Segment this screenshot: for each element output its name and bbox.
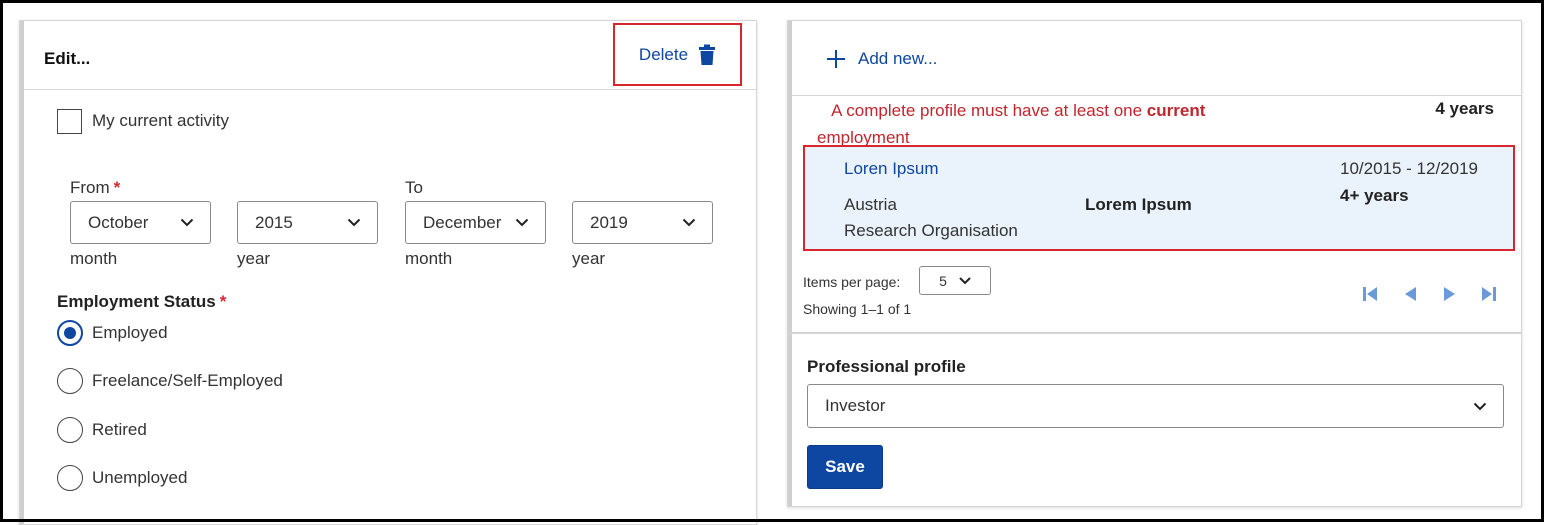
edit-title: Edit... bbox=[44, 49, 91, 68]
to-month-caption: month bbox=[405, 249, 453, 268]
from-year-value: 2015 bbox=[255, 212, 293, 232]
previous-page-icon[interactable] bbox=[1401, 285, 1419, 303]
save-button[interactable]: Save bbox=[807, 445, 883, 489]
entry-name[interactable]: Loren Ipsum bbox=[844, 159, 939, 179]
current-activity-label: My current activity bbox=[92, 111, 229, 130]
delete-button[interactable]: Delete bbox=[613, 23, 742, 86]
to-year-value: 2019 bbox=[590, 212, 628, 232]
divider bbox=[792, 95, 1521, 96]
entry-period: 10/2015 - 12/2019 bbox=[1340, 159, 1479, 178]
plus-icon bbox=[827, 50, 845, 68]
to-year-caption: year bbox=[572, 249, 606, 268]
to-month-value: December bbox=[423, 212, 502, 232]
required-mark: * bbox=[113, 178, 121, 197]
items-per-page-value: 5 bbox=[939, 272, 947, 289]
items-per-page-label: Items per page: bbox=[803, 274, 901, 290]
from-label: From * bbox=[70, 178, 121, 197]
trash-icon bbox=[699, 44, 716, 65]
from-month-select[interactable]: October bbox=[70, 201, 211, 244]
add-new-label: Add new... bbox=[858, 49, 938, 68]
professional-profile-label: Professional profile bbox=[807, 357, 966, 376]
radio-label-retired: Retired bbox=[92, 420, 147, 439]
last-page-icon[interactable] bbox=[1480, 285, 1498, 303]
edit-header: Edit... Delete bbox=[24, 21, 756, 90]
showing-count: Showing 1–1 of 1 bbox=[803, 301, 912, 317]
radio-freelance[interactable] bbox=[57, 368, 83, 394]
professional-profile-select[interactable]: Investor bbox=[807, 384, 1504, 428]
panel-accent-bar bbox=[20, 21, 24, 524]
radio-unemployed[interactable] bbox=[57, 465, 83, 491]
from-month-value: October bbox=[88, 212, 149, 232]
delete-label: Delete bbox=[638, 44, 689, 64]
chevron-down-icon bbox=[347, 218, 361, 227]
entry-type: Research Organisation bbox=[844, 221, 1018, 240]
professional-profile-value: Investor bbox=[825, 396, 886, 415]
employment-list-panel: Add new... A complete profile must have … bbox=[787, 20, 1522, 333]
panel-accent-bar bbox=[788, 334, 792, 506]
warning-text: A complete profile must have at least on… bbox=[831, 101, 1147, 120]
radio-label-freelance: Freelance/Self-Employed bbox=[92, 371, 283, 390]
chevron-down-icon bbox=[180, 218, 194, 227]
warning-bold: current bbox=[1146, 101, 1206, 120]
chevron-down-icon bbox=[1473, 402, 1487, 410]
panel-accent-bar bbox=[788, 21, 792, 332]
total-years: 4 years bbox=[1435, 99, 1494, 118]
edit-employment-panel: Edit... Delete My current activity From *… bbox=[19, 20, 757, 525]
next-page-icon[interactable] bbox=[1441, 285, 1459, 303]
entry-duration: 4+ years bbox=[1340, 186, 1409, 205]
from-year-caption: year bbox=[237, 249, 271, 268]
chevron-down-icon bbox=[515, 218, 529, 227]
add-new-button[interactable]: Add new... bbox=[826, 49, 937, 69]
radio-retired[interactable] bbox=[57, 417, 83, 443]
employment-status-label: Employment Status * bbox=[57, 292, 227, 311]
professional-profile-panel: Professional profile Investor Save bbox=[787, 333, 1522, 507]
radio-label-employed: Employed bbox=[92, 323, 168, 342]
to-label: To bbox=[405, 178, 423, 197]
items-per-page-select[interactable]: 5 bbox=[919, 266, 991, 295]
entry-organisation: Lorem Ipsum bbox=[1085, 195, 1192, 214]
to-month-select[interactable]: December bbox=[405, 201, 546, 244]
chevron-down-icon bbox=[959, 276, 971, 284]
required-mark: * bbox=[219, 292, 227, 311]
radio-employed[interactable] bbox=[57, 320, 83, 346]
from-year-select[interactable]: 2015 bbox=[237, 201, 378, 244]
to-year-select[interactable]: 2019 bbox=[572, 201, 713, 244]
current-activity-checkbox[interactable] bbox=[57, 109, 82, 134]
chevron-down-icon bbox=[682, 218, 696, 227]
first-page-icon[interactable] bbox=[1361, 285, 1379, 303]
from-month-caption: month bbox=[70, 249, 118, 268]
profile-warning: A complete profile must have at least on… bbox=[817, 97, 1257, 151]
employment-entry[interactable]: Loren Ipsum Austria Research Organisatio… bbox=[803, 145, 1515, 251]
entry-country: Austria bbox=[844, 195, 897, 214]
radio-label-unemployed: Unemployed bbox=[92, 468, 188, 487]
